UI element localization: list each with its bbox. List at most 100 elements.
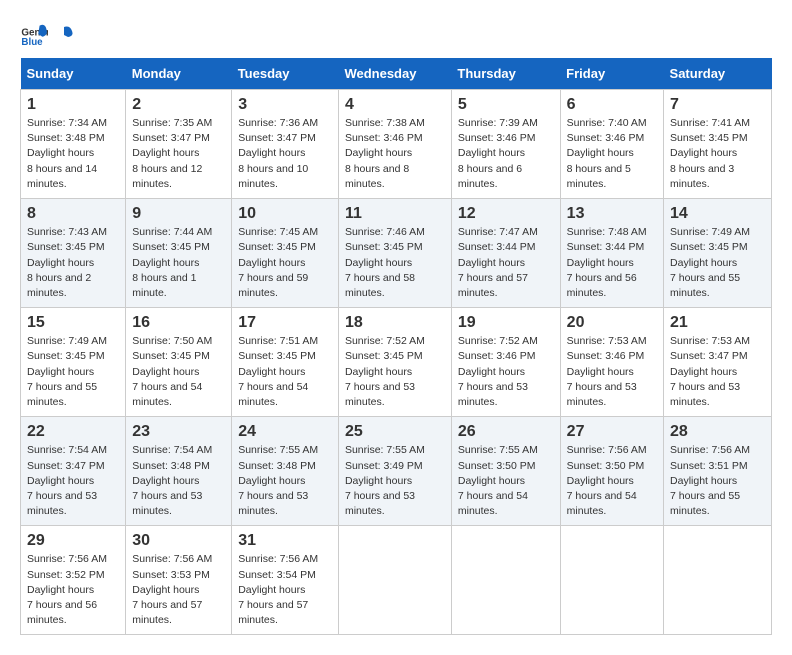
day-info: Sunrise: 7:51 AM Sunset: 3:45 PM Dayligh… bbox=[238, 334, 332, 410]
day-number: 24 bbox=[238, 423, 332, 441]
logo: General Blue bbox=[20, 20, 74, 48]
day-number: 31 bbox=[238, 532, 332, 550]
calendar-day-cell: 30 Sunrise: 7:56 AM Sunset: 3:53 PM Dayl… bbox=[126, 526, 232, 635]
calendar-day-cell: 28 Sunrise: 7:56 AM Sunset: 3:51 PM Dayl… bbox=[664, 417, 772, 526]
day-number: 15 bbox=[27, 314, 119, 332]
calendar-day-cell: 23 Sunrise: 7:54 AM Sunset: 3:48 PM Dayl… bbox=[126, 417, 232, 526]
calendar-week-row: 29 Sunrise: 7:56 AM Sunset: 3:52 PM Dayl… bbox=[21, 526, 772, 635]
day-info: Sunrise: 7:48 AM Sunset: 3:44 PM Dayligh… bbox=[567, 225, 657, 301]
logo-icon: General Blue bbox=[20, 20, 48, 48]
day-number: 23 bbox=[132, 423, 225, 441]
day-number: 5 bbox=[458, 96, 554, 114]
calendar-week-row: 8 Sunrise: 7:43 AM Sunset: 3:45 PM Dayli… bbox=[21, 199, 772, 308]
weekday-header-row: SundayMondayTuesdayWednesdayThursdayFrid… bbox=[21, 58, 772, 90]
calendar-day-cell: 22 Sunrise: 7:54 AM Sunset: 3:47 PM Dayl… bbox=[21, 417, 126, 526]
day-number: 10 bbox=[238, 205, 332, 223]
calendar-day-cell: 17 Sunrise: 7:51 AM Sunset: 3:45 PM Dayl… bbox=[232, 308, 339, 417]
calendar-day-cell: 9 Sunrise: 7:44 AM Sunset: 3:45 PM Dayli… bbox=[126, 199, 232, 308]
calendar-day-cell: 13 Sunrise: 7:48 AM Sunset: 3:44 PM Dayl… bbox=[560, 199, 663, 308]
calendar-day-cell: 19 Sunrise: 7:52 AM Sunset: 3:46 PM Dayl… bbox=[451, 308, 560, 417]
calendar-day-cell: 12 Sunrise: 7:47 AM Sunset: 3:44 PM Dayl… bbox=[451, 199, 560, 308]
calendar-day-cell: 20 Sunrise: 7:53 AM Sunset: 3:46 PM Dayl… bbox=[560, 308, 663, 417]
day-info: Sunrise: 7:55 AM Sunset: 3:50 PM Dayligh… bbox=[458, 443, 554, 519]
day-info: Sunrise: 7:55 AM Sunset: 3:49 PM Dayligh… bbox=[345, 443, 445, 519]
calendar-day-cell: 14 Sunrise: 7:49 AM Sunset: 3:45 PM Dayl… bbox=[664, 199, 772, 308]
day-info: Sunrise: 7:40 AM Sunset: 3:46 PM Dayligh… bbox=[567, 116, 657, 192]
day-number: 3 bbox=[238, 96, 332, 114]
weekday-header-sunday: Sunday bbox=[21, 58, 126, 90]
calendar-day-cell: 1 Sunrise: 7:34 AM Sunset: 3:48 PM Dayli… bbox=[21, 90, 126, 199]
svg-text:Blue: Blue bbox=[21, 37, 43, 48]
day-info: Sunrise: 7:34 AM Sunset: 3:48 PM Dayligh… bbox=[27, 116, 119, 192]
day-info: Sunrise: 7:49 AM Sunset: 3:45 PM Dayligh… bbox=[670, 225, 765, 301]
day-number: 20 bbox=[567, 314, 657, 332]
day-info: Sunrise: 7:35 AM Sunset: 3:47 PM Dayligh… bbox=[132, 116, 225, 192]
day-number: 11 bbox=[345, 205, 445, 223]
day-info: Sunrise: 7:53 AM Sunset: 3:47 PM Dayligh… bbox=[670, 334, 765, 410]
day-number: 18 bbox=[345, 314, 445, 332]
day-info: Sunrise: 7:52 AM Sunset: 3:45 PM Dayligh… bbox=[345, 334, 445, 410]
calendar-day-cell: 24 Sunrise: 7:55 AM Sunset: 3:48 PM Dayl… bbox=[232, 417, 339, 526]
day-info: Sunrise: 7:36 AM Sunset: 3:47 PM Dayligh… bbox=[238, 116, 332, 192]
calendar-day-cell: 8 Sunrise: 7:43 AM Sunset: 3:45 PM Dayli… bbox=[21, 199, 126, 308]
day-number: 1 bbox=[27, 96, 119, 114]
day-number: 25 bbox=[345, 423, 445, 441]
day-number: 14 bbox=[670, 205, 765, 223]
calendar-day-cell: 21 Sunrise: 7:53 AM Sunset: 3:47 PM Dayl… bbox=[664, 308, 772, 417]
calendar-week-row: 15 Sunrise: 7:49 AM Sunset: 3:45 PM Dayl… bbox=[21, 308, 772, 417]
day-info: Sunrise: 7:56 AM Sunset: 3:54 PM Dayligh… bbox=[238, 552, 332, 628]
day-info: Sunrise: 7:44 AM Sunset: 3:45 PM Dayligh… bbox=[132, 225, 225, 301]
day-info: Sunrise: 7:53 AM Sunset: 3:46 PM Dayligh… bbox=[567, 334, 657, 410]
day-info: Sunrise: 7:49 AM Sunset: 3:45 PM Dayligh… bbox=[27, 334, 119, 410]
calendar-body: 1 Sunrise: 7:34 AM Sunset: 3:48 PM Dayli… bbox=[21, 90, 772, 635]
day-number: 26 bbox=[458, 423, 554, 441]
day-info: Sunrise: 7:39 AM Sunset: 3:46 PM Dayligh… bbox=[458, 116, 554, 192]
day-number: 9 bbox=[132, 205, 225, 223]
calendar-day-cell: 25 Sunrise: 7:55 AM Sunset: 3:49 PM Dayl… bbox=[338, 417, 451, 526]
calendar-day-cell: 31 Sunrise: 7:56 AM Sunset: 3:54 PM Dayl… bbox=[232, 526, 339, 635]
day-number: 29 bbox=[27, 532, 119, 550]
calendar-day-cell: 5 Sunrise: 7:39 AM Sunset: 3:46 PM Dayli… bbox=[451, 90, 560, 199]
calendar-day-cell bbox=[560, 526, 663, 635]
day-info: Sunrise: 7:47 AM Sunset: 3:44 PM Dayligh… bbox=[458, 225, 554, 301]
day-number: 17 bbox=[238, 314, 332, 332]
weekday-header-wednesday: Wednesday bbox=[338, 58, 451, 90]
calendar-table: SundayMondayTuesdayWednesdayThursdayFrid… bbox=[20, 58, 772, 635]
day-info: Sunrise: 7:56 AM Sunset: 3:53 PM Dayligh… bbox=[132, 552, 225, 628]
calendar-day-cell: 4 Sunrise: 7:38 AM Sunset: 3:46 PM Dayli… bbox=[338, 90, 451, 199]
day-number: 21 bbox=[670, 314, 765, 332]
calendar-day-cell: 10 Sunrise: 7:45 AM Sunset: 3:45 PM Dayl… bbox=[232, 199, 339, 308]
calendar-week-row: 22 Sunrise: 7:54 AM Sunset: 3:47 PM Dayl… bbox=[21, 417, 772, 526]
day-info: Sunrise: 7:56 AM Sunset: 3:50 PM Dayligh… bbox=[567, 443, 657, 519]
day-info: Sunrise: 7:54 AM Sunset: 3:47 PM Dayligh… bbox=[27, 443, 119, 519]
calendar-day-cell: 26 Sunrise: 7:55 AM Sunset: 3:50 PM Dayl… bbox=[451, 417, 560, 526]
day-number: 19 bbox=[458, 314, 554, 332]
day-info: Sunrise: 7:56 AM Sunset: 3:52 PM Dayligh… bbox=[27, 552, 119, 628]
day-number: 6 bbox=[567, 96, 657, 114]
weekday-header-saturday: Saturday bbox=[664, 58, 772, 90]
day-number: 2 bbox=[132, 96, 225, 114]
weekday-header-thursday: Thursday bbox=[451, 58, 560, 90]
calendar-day-cell bbox=[451, 526, 560, 635]
calendar-week-row: 1 Sunrise: 7:34 AM Sunset: 3:48 PM Dayli… bbox=[21, 90, 772, 199]
calendar-day-cell bbox=[664, 526, 772, 635]
day-number: 22 bbox=[27, 423, 119, 441]
weekday-header-monday: Monday bbox=[126, 58, 232, 90]
day-number: 8 bbox=[27, 205, 119, 223]
day-info: Sunrise: 7:52 AM Sunset: 3:46 PM Dayligh… bbox=[458, 334, 554, 410]
day-info: Sunrise: 7:38 AM Sunset: 3:46 PM Dayligh… bbox=[345, 116, 445, 192]
day-number: 30 bbox=[132, 532, 225, 550]
calendar-day-cell: 16 Sunrise: 7:50 AM Sunset: 3:45 PM Dayl… bbox=[126, 308, 232, 417]
day-info: Sunrise: 7:50 AM Sunset: 3:45 PM Dayligh… bbox=[132, 334, 225, 410]
day-info: Sunrise: 7:56 AM Sunset: 3:51 PM Dayligh… bbox=[670, 443, 765, 519]
day-number: 28 bbox=[670, 423, 765, 441]
day-number: 7 bbox=[670, 96, 765, 114]
calendar-day-cell: 2 Sunrise: 7:35 AM Sunset: 3:47 PM Dayli… bbox=[126, 90, 232, 199]
day-info: Sunrise: 7:54 AM Sunset: 3:48 PM Dayligh… bbox=[132, 443, 225, 519]
calendar-day-cell: 3 Sunrise: 7:36 AM Sunset: 3:47 PM Dayli… bbox=[232, 90, 339, 199]
day-info: Sunrise: 7:43 AM Sunset: 3:45 PM Dayligh… bbox=[27, 225, 119, 301]
calendar-day-cell: 18 Sunrise: 7:52 AM Sunset: 3:45 PM Dayl… bbox=[338, 308, 451, 417]
day-info: Sunrise: 7:46 AM Sunset: 3:45 PM Dayligh… bbox=[345, 225, 445, 301]
day-number: 27 bbox=[567, 423, 657, 441]
calendar-day-cell bbox=[338, 526, 451, 635]
